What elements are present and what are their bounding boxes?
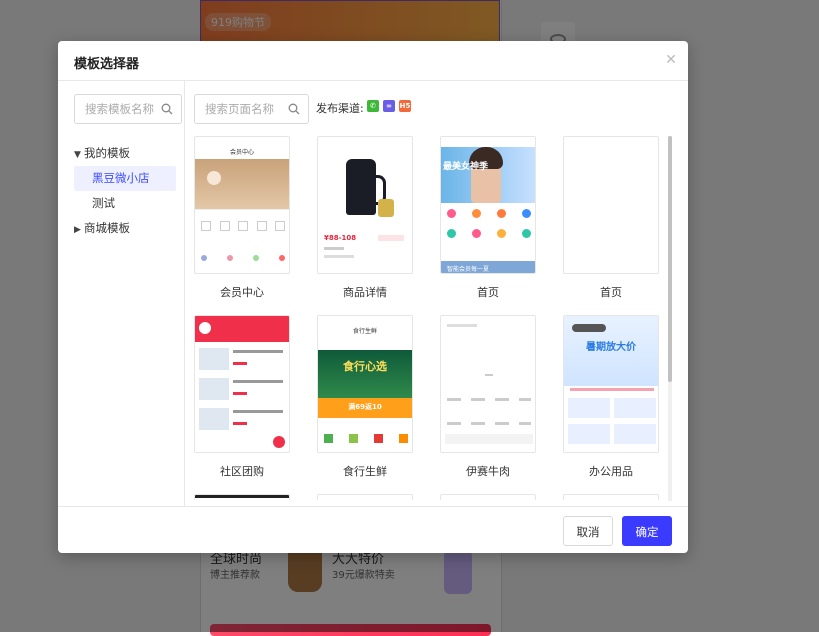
template-thumbnail[interactable]: 暑期放大价 [563,315,659,453]
template-card-partial[interactable] [317,494,413,500]
tree-node-heidou-shop[interactable]: 黑豆微小店 [74,166,176,191]
template-card-home-blank[interactable]: 首页 [563,136,659,300]
thumb-banner-text: 食行心选 [343,360,387,373]
wechat-icon: ✆ [367,100,379,112]
close-icon[interactable]: ✕ [664,53,678,67]
caret-right-icon[interactable]: ▶ [74,218,84,243]
modal-header: 模板选择器 ✕ [58,41,688,81]
tree-node-label: 测试 [92,196,115,210]
thumb-footer-text: 智能会员每一夏 [447,266,490,273]
template-card-yisai-beef[interactable]: 伊赛牛肉 [440,315,536,479]
modal-footer: 取消 确定 [58,506,688,553]
template-thumbnail[interactable] [563,494,659,500]
page-list-panel: 发布渠道: ✆ ∞ H5 会员中心 [184,81,688,507]
template-card-office-supplies[interactable]: 暑期放大价 办公用品 [563,315,659,479]
h5-icon: H5 [399,100,411,112]
template-thumbnail[interactable] [317,494,413,500]
publish-channel-label: 发布渠道: [316,102,364,115]
template-thumbnail[interactable] [440,315,536,453]
template-card-partial[interactable] [563,494,659,500]
thumb-promo-text: 满69返10 [348,403,382,411]
template-card-partial[interactable] [194,494,290,500]
template-card-label: 商品详情 [343,286,387,299]
tree-node-my-templates[interactable]: ▼ 我的模板 [74,141,176,166]
template-thumbnail[interactable] [194,494,290,500]
template-thumbnail[interactable]: 会员中心 [194,136,290,274]
template-thumbnail[interactable]: 食行生鲜 食行心选 满69返10 [317,315,413,453]
template-grid: 会员中心 会员中心 ¥88-108 商品详情 最美女神季 智能会员每一夏 首页 … [194,136,670,500]
tree-node-mall-templates[interactable]: ▶ 商城模板 [74,216,176,241]
template-card-label: 食行生鲜 [343,465,387,478]
template-card-label: 首页 [600,286,622,299]
thumb-banner-text: 暑期放大价 [586,342,636,353]
template-card-label: 会员中心 [220,286,264,299]
cancel-button[interactable]: 取消 [563,516,613,546]
template-thumbnail[interactable] [194,315,290,453]
scrollbar-thumb[interactable] [668,136,672,382]
caret-down-icon[interactable]: ▼ [74,143,84,168]
template-card-label: 伊赛牛肉 [466,465,510,478]
template-thumbnail[interactable] [563,136,659,274]
template-tree: ▼ 我的模板 黑豆微小店 测试 ▶ 商城模板 [74,141,176,241]
page-search-input[interactable] [203,101,285,117]
template-search-field[interactable] [74,94,182,124]
template-card-label: 首页 [477,286,499,299]
template-thumbnail[interactable]: ¥88-108 [317,136,413,274]
confirm-button[interactable]: 确定 [622,516,672,546]
template-card-partial[interactable] [440,494,536,500]
search-icon[interactable] [161,103,173,115]
template-thumbnail[interactable]: 最美女神季 智能会员每一夏 [440,136,536,274]
template-card-label: 办公用品 [589,465,633,478]
template-selector-modal: 模板选择器 ✕ ▼我的模板 黑豆微小店 测试 ▶商城模板 发布渠 [58,41,688,553]
tree-node-label: 黑豆微小店 [92,171,150,185]
tree-node-test[interactable]: 测试 [74,191,176,216]
template-card-member-center[interactable]: 会员中心 会员中心 [194,136,290,300]
thumb-price: ¥88-108 [324,234,357,242]
thumb-banner-text: 最美女神季 [443,162,489,172]
template-card-fresh-food[interactable]: 食行生鲜 食行心选 满69返10 食行生鲜 [317,315,413,479]
template-thumbnail[interactable] [440,494,536,500]
thumb-title: 食行生鲜 [352,328,377,335]
tree-node-label: 我的模板 [84,146,130,160]
template-tree-panel: ▼我的模板 黑豆微小店 测试 ▶商城模板 [58,81,185,507]
template-card-product-detail[interactable]: ¥88-108 商品详情 [317,136,413,300]
page-search-field[interactable] [194,94,309,124]
template-card-community-group[interactable]: 社区团购 [194,315,290,479]
thumb-title: 会员中心 [229,149,254,156]
tree-node-label: 商城模板 [84,221,130,235]
search-icon[interactable] [288,103,300,115]
template-card-label: 社区团购 [220,465,264,478]
modal-title: 模板选择器 [74,57,140,72]
template-search-input[interactable] [83,101,165,117]
grid-scrollbar[interactable] [668,136,672,501]
template-card-home-fashion[interactable]: 最美女神季 智能会员每一夏 首页 [440,136,536,300]
mini-program-icon: ∞ [383,100,395,112]
